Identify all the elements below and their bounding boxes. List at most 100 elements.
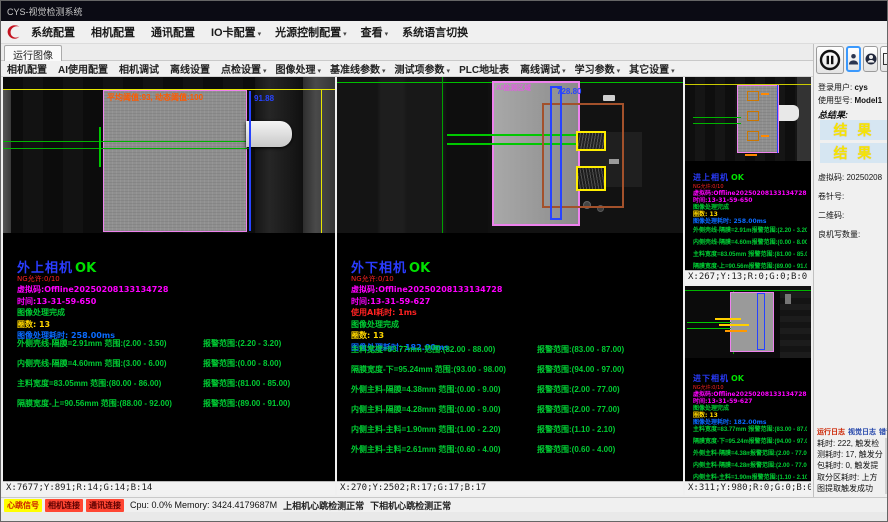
measurement-row: 内侧壳线-隔膜=4.60mm 范围:(3.00 - 6.00) 报警范围:(0.… bbox=[17, 358, 331, 369]
pause-icon bbox=[819, 49, 841, 71]
toolbar-item[interactable]: 离线设置 bbox=[170, 61, 212, 76]
orange-roi bbox=[747, 131, 759, 141]
toolbar-item[interactable]: 测试项参数▾ bbox=[395, 61, 451, 76]
menu-item[interactable]: 相机配置 bbox=[91, 24, 137, 40]
info-field-label: 卷针号: bbox=[818, 192, 844, 201]
toolbar-item[interactable]: AI使用配置 bbox=[58, 61, 110, 76]
tab-strip: 运行图像 bbox=[1, 44, 813, 61]
orange-roi bbox=[747, 111, 759, 121]
tab-run-image[interactable]: 运行图像 bbox=[4, 45, 62, 61]
measure-line-green bbox=[693, 123, 741, 124]
measurement-alarm: 报警范围:(83.00 - 87.00) bbox=[749, 424, 808, 433]
log-tabs: 运行日志视觉日志错误日志 bbox=[817, 427, 888, 437]
orange-roi bbox=[747, 91, 759, 101]
ng-note: NG允许:0/10 bbox=[693, 384, 807, 391]
pause-button[interactable] bbox=[816, 46, 844, 74]
measurement-row: 内侧主料-隔膜=4.28mm 范围:(0.00 - 9.00) 报警范围:(2.… bbox=[693, 460, 807, 469]
chevron-down-icon: ▾ bbox=[447, 68, 451, 75]
measurement-row: 主料宽度=83.77mm 范围:(82.00 - 88.00) 报警范围:(83… bbox=[351, 344, 679, 355]
operator-button[interactable] bbox=[863, 46, 878, 72]
chevron-down-icon: ▾ bbox=[263, 68, 267, 75]
info-field-row: 虚拟码: 20250208 bbox=[818, 172, 882, 183]
panel-lower-inner-camera: 进下相机OK NG允许:0/10 虚拟码:Offline202502081331… bbox=[685, 286, 811, 495]
info-field-row: 良机写数量: bbox=[818, 229, 882, 240]
model-row: 使用型号: Model1 bbox=[818, 95, 882, 106]
overlay-lines: 虚拟码:Offline20250208133134728时间:13-31-59-… bbox=[693, 391, 807, 426]
toolbar-item[interactable]: PLC地址表 bbox=[459, 61, 511, 76]
measurement-alarm: 报警范围:(2.20 - 3.20) bbox=[752, 225, 807, 234]
toolbar-item[interactable]: 相机调试 bbox=[119, 61, 161, 76]
measurement-row: 主料宽度=83.05mm 范围:(80.00 - 86.00) 报警范围:(81… bbox=[17, 378, 331, 389]
camera-image-upper-outer[interactable]: 平均阈值:93, 动态阈值:100 91.88 bbox=[3, 77, 335, 233]
app-logo-icon bbox=[5, 23, 23, 41]
ng-note: NG允许:0/10 bbox=[693, 183, 807, 190]
panel-lower-outer-camera: AI检测区域 728.80 外下相机OK NG允许:0/10 虚拟码:Offli… bbox=[337, 77, 683, 495]
metal-highlight bbox=[603, 95, 615, 101]
model-value[interactable]: Model1 bbox=[854, 96, 882, 105]
toolbar-item[interactable]: 学习参数▾ bbox=[575, 61, 621, 76]
menu-item[interactable]: 系统配置 bbox=[31, 24, 77, 40]
chevron-down-icon: ▾ bbox=[562, 68, 566, 75]
overlay-line: 虚拟码:Offline20250208133134728 bbox=[693, 391, 807, 398]
panel-upper-outer-camera: 平均阈值:93, 动态阈值:100 91.88 外上相机OK NG允许:0/10… bbox=[3, 77, 335, 495]
result-overlay: 外下相机OK NG允许:0/10 虚拟码:Offline202502081331… bbox=[351, 257, 502, 353]
log-tab[interactable]: 视觉日志 bbox=[848, 427, 876, 437]
toolbar-item[interactable]: 图像处理▾ bbox=[276, 61, 322, 76]
info-field-label: 二维码: bbox=[818, 211, 844, 220]
total-result-badge: 结 果 bbox=[820, 120, 888, 140]
material-roi bbox=[730, 292, 774, 352]
measurement-alarm: 报警范围:(94.00 - 97.00) bbox=[537, 364, 624, 375]
status-badge: 相机连接 bbox=[45, 499, 83, 512]
measurement-row: 内侧主料-隔膜=4.28mm 范围:(0.00 - 9.00) 报警范围:(2.… bbox=[351, 404, 679, 415]
measurement-row: 主料宽度=83.77mm 范围:(82.00 - 88.00) 报警范围:(83… bbox=[693, 424, 807, 433]
total-result-badge: 结 果 bbox=[820, 143, 888, 163]
measurement-value: 内侧主料-主料=1.90mm 范围:(1.00 - 2.20) bbox=[351, 424, 537, 435]
measurement-row: 主料宽度=83.05mm 范围:(80.00 - 86.00) 报警范围:(81… bbox=[693, 249, 807, 258]
camera-name: 进下相机 bbox=[693, 374, 729, 383]
toolbar-item[interactable]: 其它设置▾ bbox=[629, 61, 675, 76]
overlay-line: 图像处理耗时: 258.00ms bbox=[693, 218, 807, 225]
overlay-line: 圈数: 13 bbox=[693, 211, 807, 218]
measurement-row: 隔膜宽度-下=95.24mm 范围:(93.00 - 98.00) 报警范围:(… bbox=[693, 436, 807, 445]
ai-region-label: AI检测区域 bbox=[496, 83, 531, 93]
toolbar-item[interactable]: 相机配置 bbox=[7, 61, 49, 76]
window-title: CYS-视觉检测系统 bbox=[7, 5, 83, 18]
exit-button[interactable] bbox=[880, 46, 888, 72]
orange-mark bbox=[745, 154, 757, 156]
overlay-line: 图像处理完成 bbox=[693, 204, 807, 211]
menu-item[interactable]: 系统语言切换 bbox=[402, 24, 470, 40]
toolbar-item[interactable]: 离线调试▾ bbox=[520, 61, 566, 76]
menu-item[interactable]: IO卡配置▾ bbox=[211, 24, 261, 40]
machine-column-light bbox=[303, 77, 335, 233]
camera-image-upper-inner[interactable] bbox=[685, 77, 811, 161]
measurement-alarm: 报警范围:(81.00 - 85.00) bbox=[203, 378, 290, 389]
camera-image-lower-outer[interactable]: AI检测区域 728.80 bbox=[337, 77, 683, 233]
menu-item[interactable]: 查看▾ bbox=[361, 24, 389, 40]
info-field-label: 虚拟码: bbox=[818, 173, 844, 182]
user-login-button[interactable] bbox=[846, 46, 861, 72]
material-roi bbox=[103, 90, 247, 232]
measurement-value: 外侧主料-隔膜=4.38mm 范围:(0.00 - 9.00) bbox=[693, 448, 750, 457]
pixel-coords-readout: X:311;Y:980;R:0;G:0;B:0 bbox=[685, 481, 811, 495]
menu-item[interactable]: 通讯配置 bbox=[151, 24, 197, 40]
toolbar-item[interactable]: 点检设置▾ bbox=[221, 61, 267, 76]
log-tab[interactable]: 运行日志 bbox=[817, 427, 845, 437]
menu-item[interactable]: 光源控制配置▾ bbox=[275, 24, 347, 40]
overlay-line: 图像处理完成 bbox=[17, 307, 168, 319]
gauge-value-label: 91.88 bbox=[254, 94, 274, 103]
info-fields: 虚拟码: 20250208 卷针号: 二维码: 良机写数量: bbox=[818, 172, 882, 248]
yellow-roi bbox=[576, 166, 606, 191]
measurement-value: 外侧主料-主料=2.61mm 范围:(0.60 - 4.00) bbox=[351, 444, 537, 455]
camera-image-lower-inner[interactable] bbox=[685, 286, 811, 358]
measurement-list: 外侧壳线-隔膜=2.91mm 范围:(2.00 - 3.50) 报警范围:(2.… bbox=[17, 338, 331, 418]
menu-bar: 系统配置 相机配置 通讯配置 IO卡配置▾ 光源控制配置▾ 查看▾ 系统语言切换 bbox=[1, 21, 888, 44]
toolbar-item[interactable]: 基准线参数▾ bbox=[330, 61, 386, 76]
tape-tab bbox=[246, 121, 292, 147]
yellow-mark bbox=[715, 318, 741, 320]
upper-camera-heartbeat: 上相机心跳检测正常 bbox=[283, 499, 364, 512]
log-tab[interactable]: 错误日志 bbox=[879, 427, 888, 437]
app-status-bar: 心跳信号相机连接通讯连接 Cpu: 0.0% Memory: 3424.4179… bbox=[1, 497, 888, 512]
pixel-coords-readout: X:7677;Y:891;R:14;G:14;B:14 bbox=[3, 481, 335, 495]
status-badge: 心跳信号 bbox=[4, 499, 42, 512]
window-footer-filler bbox=[1, 512, 888, 522]
